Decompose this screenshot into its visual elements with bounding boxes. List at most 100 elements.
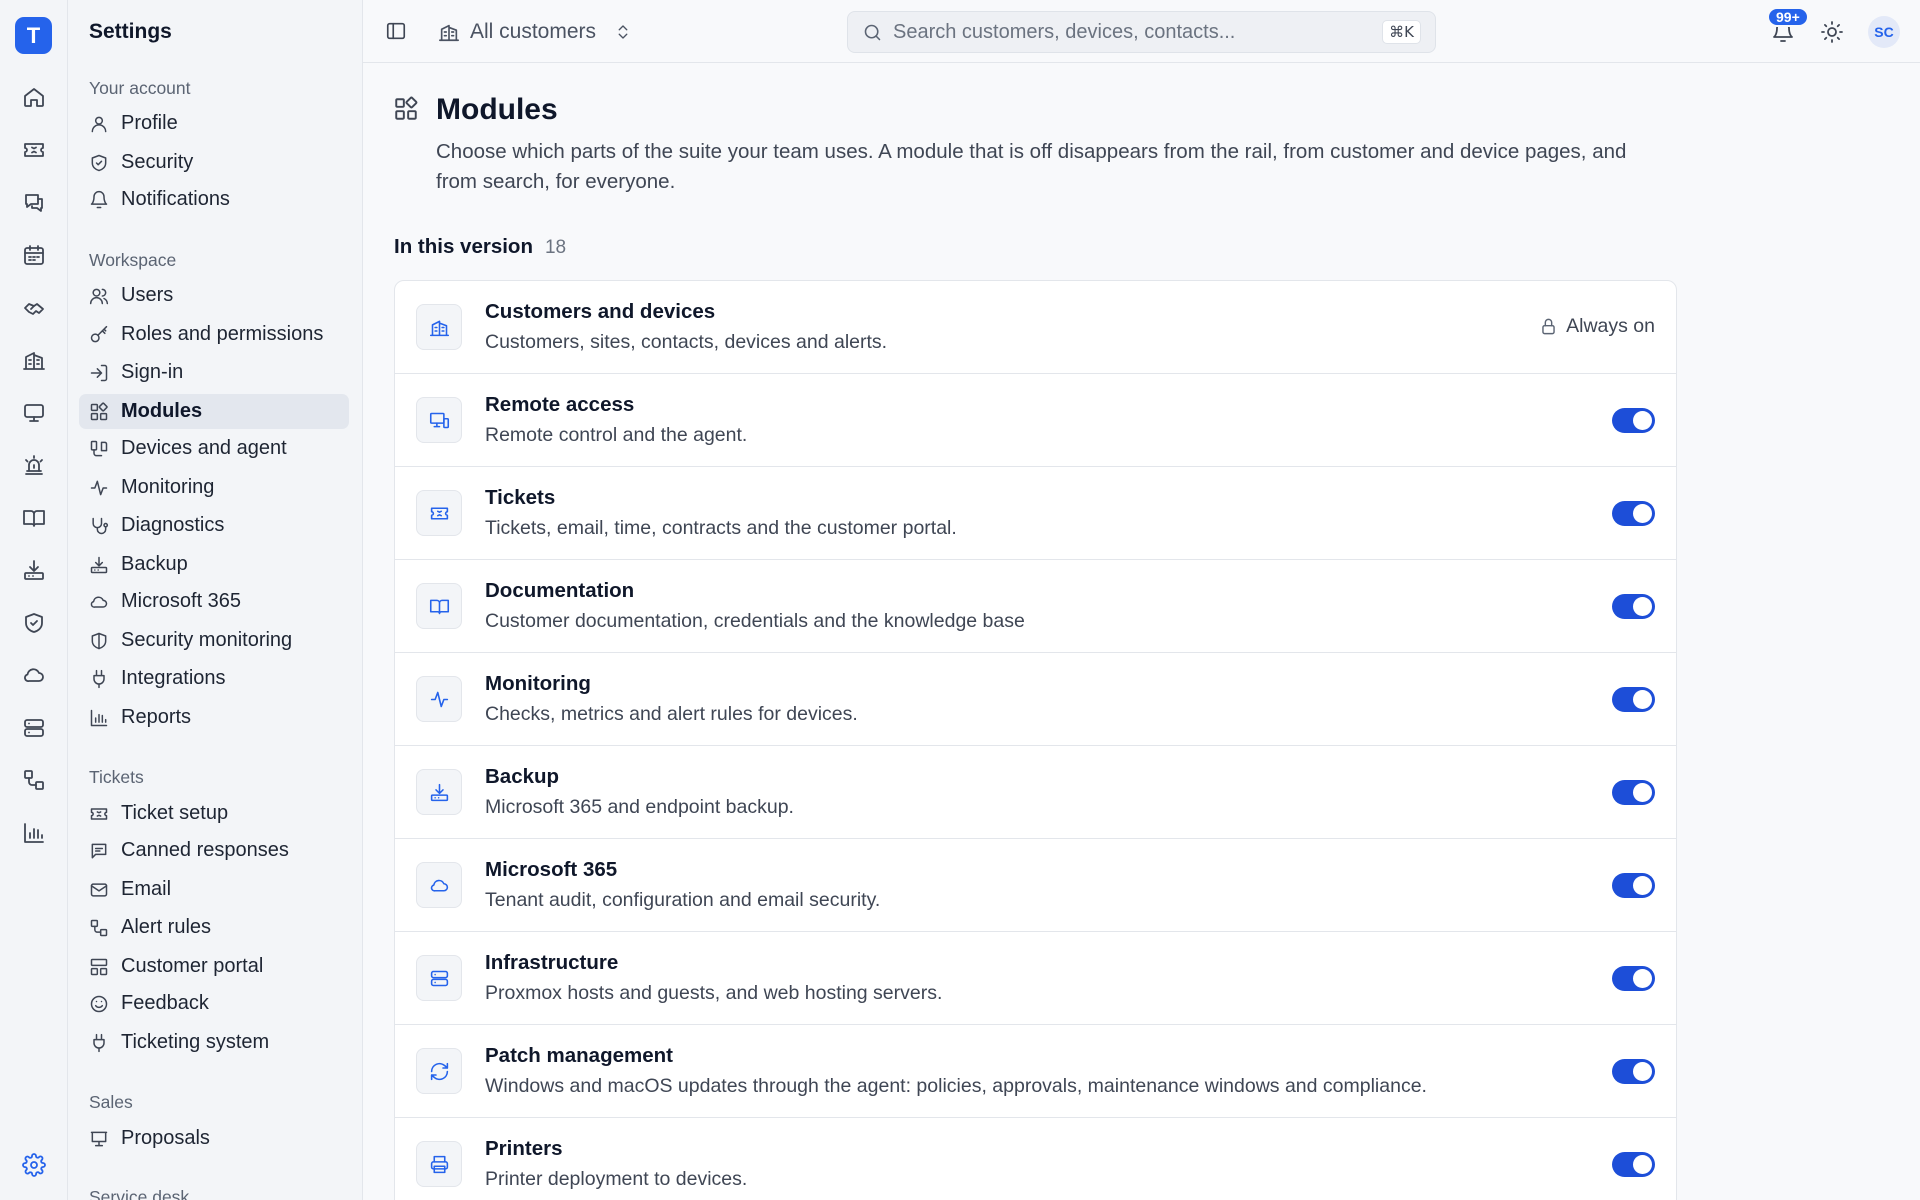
module-description: Remote control and the agent.	[485, 424, 748, 446]
module-toggle-monitoring[interactable]	[1612, 687, 1655, 712]
workflow-icon	[89, 918, 109, 938]
sidebar-item-sign-in[interactable]: Sign-in	[79, 355, 349, 390]
module-list: Customers and devices Customers, sites, …	[394, 280, 1677, 1200]
section-title: In this version	[394, 235, 533, 258]
module-description: Microsoft 365 and endpoint backup.	[485, 796, 794, 818]
section-count: 18	[544, 237, 567, 258]
bar-chart-icon[interactable]	[19, 818, 49, 848]
monitor-icon[interactable]	[19, 398, 49, 428]
module-row-documentation: Documentation Customer documentation, cr…	[395, 560, 1676, 653]
nav-group-label: Tickets	[89, 767, 144, 787]
modules-icon	[393, 96, 419, 122]
book-icon[interactable]	[19, 503, 49, 533]
always-on-indicator: Always on	[1539, 315, 1655, 338]
module-name: Tickets	[485, 486, 556, 509]
sidebar-item-security[interactable]: Security	[79, 145, 349, 180]
user-icon	[89, 114, 109, 134]
ticket-icon	[89, 804, 109, 824]
lock-icon	[1539, 317, 1558, 336]
sidebar-item-monitoring[interactable]: Monitoring	[79, 470, 349, 505]
plug-icon	[89, 1033, 109, 1053]
siren-icon[interactable]	[19, 450, 49, 480]
avatar[interactable]: SC	[1868, 16, 1900, 48]
backup-icon[interactable]	[19, 555, 49, 585]
module-name: Patch management	[485, 1044, 673, 1067]
printer-icon	[416, 1141, 462, 1187]
app-logo[interactable]: T	[15, 17, 52, 54]
handshake-icon[interactable]	[19, 293, 49, 323]
server-icon[interactable]	[19, 713, 49, 743]
shield-check-icon[interactable]	[19, 608, 49, 638]
calendar-icon[interactable]	[19, 240, 49, 270]
bell-icon	[89, 190, 109, 210]
module-toggle-documentation[interactable]	[1612, 594, 1655, 619]
page-title: Modules	[436, 93, 558, 126]
backup-icon	[89, 555, 109, 575]
theme-toggle-sun-icon[interactable]	[1820, 20, 1844, 44]
sidebar-item-alert-rules[interactable]: Alert rules	[79, 910, 349, 945]
sidebar-item-email[interactable]: Email	[79, 872, 349, 907]
plug-icon	[89, 669, 109, 689]
sidebar-item-ticketing-system[interactable]: Ticketing system	[79, 1025, 349, 1060]
module-name: Documentation	[485, 579, 635, 602]
home-icon[interactable]	[19, 82, 49, 112]
search-input[interactable]	[893, 20, 1373, 44]
sidebar-item-diagnostics[interactable]: Diagnostics	[79, 508, 349, 543]
smile-icon	[89, 994, 109, 1014]
building-icon[interactable]	[19, 345, 49, 375]
customer-switcher[interactable]: All customers	[438, 16, 632, 48]
module-name: Microsoft 365	[485, 858, 618, 881]
ticket-icon[interactable]	[19, 135, 49, 165]
sidebar-item-feedback[interactable]: Feedback	[79, 986, 349, 1021]
gear-icon[interactable]	[19, 1150, 49, 1180]
sidebar-item-security-monitoring[interactable]: Security monitoring	[79, 623, 349, 658]
bar-chart-icon	[89, 708, 109, 728]
module-toggle-remote-access[interactable]	[1612, 408, 1655, 433]
module-description: Printer deployment to devices.	[485, 1168, 748, 1190]
sidebar-item-modules[interactable]: Modules	[79, 394, 349, 429]
sidebar-item-microsoft-365[interactable]: Microsoft 365	[79, 584, 349, 619]
module-row-backup: Backup Microsoft 365 and endpoint backup…	[395, 746, 1676, 839]
module-row-tickets: Tickets Tickets, email, time, contracts …	[395, 467, 1676, 560]
nav-group-label: Service desk	[89, 1187, 190, 1200]
workflow-icon[interactable]	[19, 765, 49, 795]
module-toggle-patch-management[interactable]	[1612, 1059, 1655, 1084]
module-toggle-tickets[interactable]	[1612, 501, 1655, 526]
cloud-icon[interactable]	[19, 660, 49, 690]
module-row-patch-management: Patch management Windows and macOS updat…	[395, 1025, 1676, 1118]
page-description: Choose which parts of the suite your tea…	[436, 140, 1627, 193]
portal-icon	[89, 957, 109, 977]
stethoscope-icon	[89, 516, 109, 536]
modules-icon	[89, 402, 109, 422]
global-search[interactable]: ⌘K	[847, 11, 1436, 53]
app-rail: T	[0, 0, 68, 1200]
sidebar-item-ticket-setup[interactable]: Ticket setup	[79, 796, 349, 831]
sidebar-item-users[interactable]: Users	[79, 278, 349, 313]
sidebar-toggle-icon[interactable]	[385, 20, 407, 42]
sidebar-item-backup[interactable]: Backup	[79, 547, 349, 582]
module-toggle-printers[interactable]	[1612, 1152, 1655, 1177]
module-name: Remote access	[485, 393, 635, 416]
sidebar-item-roles[interactable]: Roles and permissions	[79, 317, 349, 352]
sidebar-item-proposals[interactable]: Proposals	[79, 1121, 349, 1156]
module-toggle-backup[interactable]	[1612, 780, 1655, 805]
sidebar-item-devices-agent[interactable]: Devices and agent	[79, 431, 349, 466]
sidebar-item-profile[interactable]: Profile	[79, 106, 349, 141]
backup-icon	[416, 769, 462, 815]
mail-icon	[89, 880, 109, 900]
sidebar-item-reports[interactable]: Reports	[79, 700, 349, 735]
sidebar-item-canned-responses[interactable]: Canned responses	[79, 833, 349, 868]
module-row-monitoring: Monitoring Checks, metrics and alert rul…	[395, 653, 1676, 746]
module-toggle-infrastructure[interactable]	[1612, 966, 1655, 991]
sidebar-item-customer-portal[interactable]: Customer portal	[79, 949, 349, 984]
sidebar-title: Settings	[89, 20, 172, 43]
sidebar-item-integrations[interactable]: Integrations	[79, 661, 349, 696]
sidebar-item-notifications[interactable]: Notifications	[79, 182, 349, 217]
nav-group-label: Your account	[89, 78, 191, 98]
module-name: Monitoring	[485, 672, 591, 695]
module-toggle-microsoft-365[interactable]	[1612, 873, 1655, 898]
module-row-infrastructure: Infrastructure Proxmox hosts and guests,…	[395, 932, 1676, 1025]
chevron-up-down-icon	[614, 23, 632, 41]
chat-icon[interactable]	[19, 188, 49, 218]
settings-sidebar: Settings Your account Profile Security N…	[68, 0, 363, 1200]
